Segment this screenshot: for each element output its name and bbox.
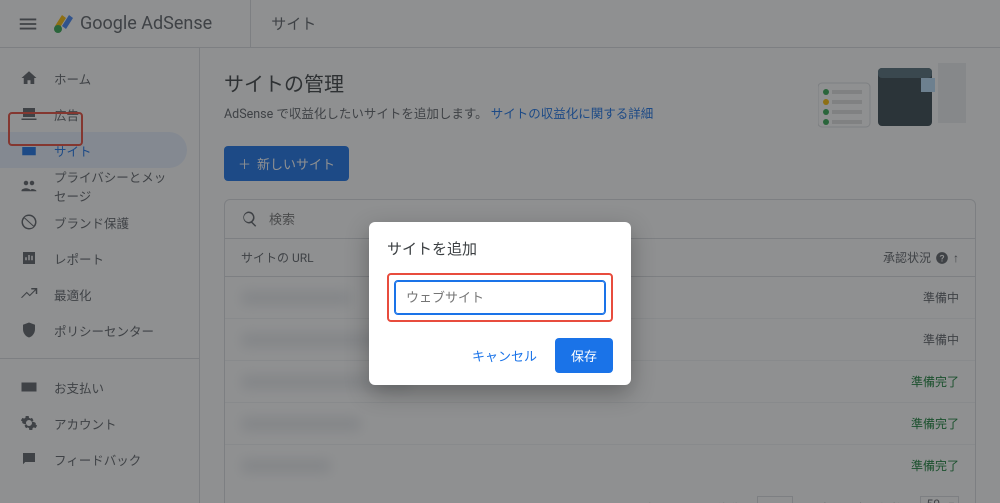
dialog-actions: キャンセル 保存 — [387, 338, 613, 373]
dialog-title: サイトを追加 — [387, 238, 613, 259]
cancel-button[interactable]: キャンセル — [462, 338, 547, 373]
save-button[interactable]: 保存 — [555, 338, 613, 373]
add-site-dialog: サイトを追加 キャンセル 保存 — [369, 222, 631, 385]
annotation-highlight-input — [387, 273, 613, 322]
website-input[interactable] — [395, 281, 605, 314]
modal-overlay[interactable]: サイトを追加 キャンセル 保存 — [0, 0, 1000, 503]
